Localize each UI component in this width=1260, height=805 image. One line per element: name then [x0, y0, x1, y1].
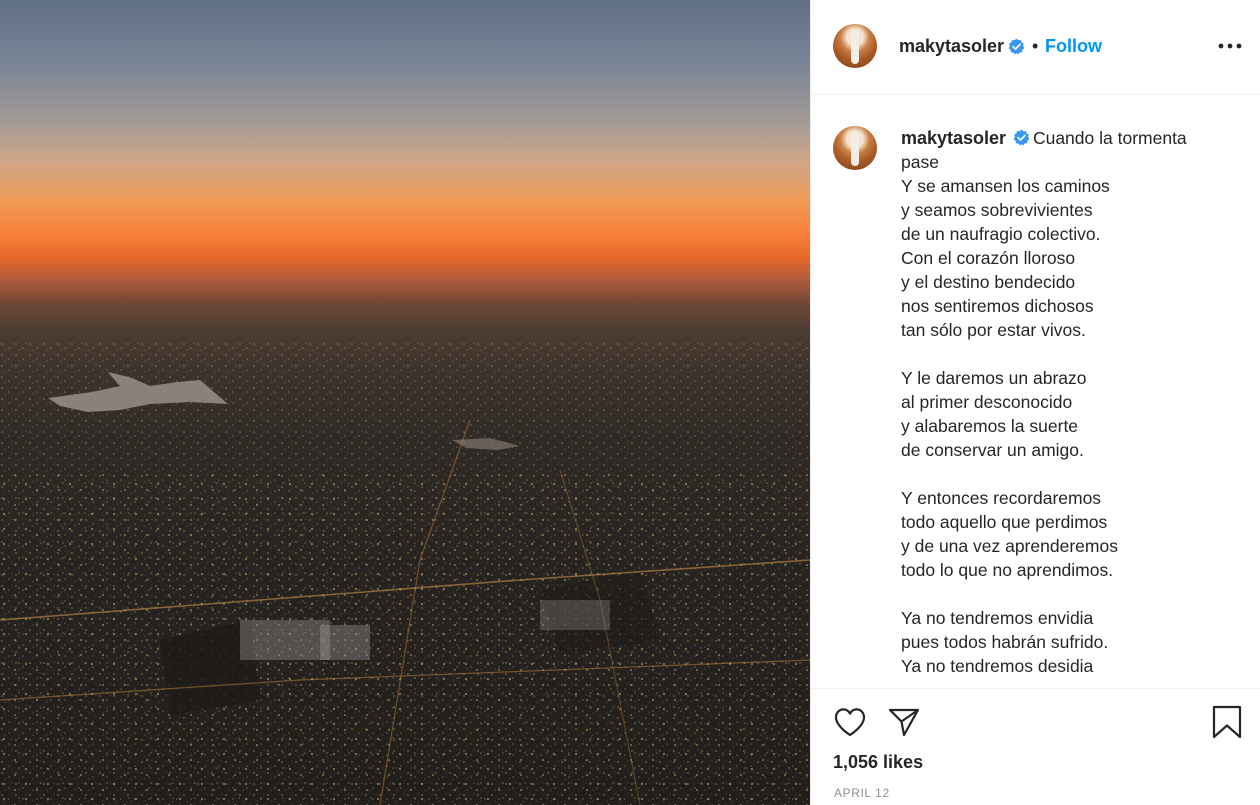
- avatar[interactable]: [833, 24, 877, 68]
- more-options-icon[interactable]: [1217, 36, 1243, 56]
- verified-badge-icon: [1013, 129, 1030, 146]
- caption-username-link[interactable]: makytasoler: [901, 128, 1006, 148]
- bookmark-icon[interactable]: [1211, 705, 1243, 739]
- follow-button[interactable]: Follow: [1045, 36, 1102, 57]
- verified-badge-icon: [1008, 38, 1025, 55]
- city-lights-illustration: [0, 340, 810, 805]
- heart-icon[interactable]: [833, 706, 867, 738]
- post-panel: makytasoler • Follow makytasoler Cuando …: [810, 0, 1260, 805]
- separator-dot: •: [1032, 36, 1039, 56]
- likes-count[interactable]: 1,056 likes: [833, 752, 923, 773]
- caption-text: makytasoler Cuando la tormenta pase Y se …: [901, 126, 1221, 678]
- caption-avatar[interactable]: [833, 126, 877, 170]
- send-icon[interactable]: [887, 706, 921, 738]
- post-actions: 1,056 likes APRIL 12: [811, 688, 1260, 805]
- caption-section: makytasoler Cuando la tormenta pase Y se …: [811, 96, 1260, 686]
- caption-body: Y se amansen los caminos y seamos sobrev…: [901, 176, 1118, 676]
- username-link[interactable]: makytasoler: [899, 36, 1004, 57]
- post-date[interactable]: APRIL 12: [834, 786, 890, 800]
- post-header: makytasoler • Follow: [811, 0, 1260, 95]
- post-photo[interactable]: [0, 0, 810, 805]
